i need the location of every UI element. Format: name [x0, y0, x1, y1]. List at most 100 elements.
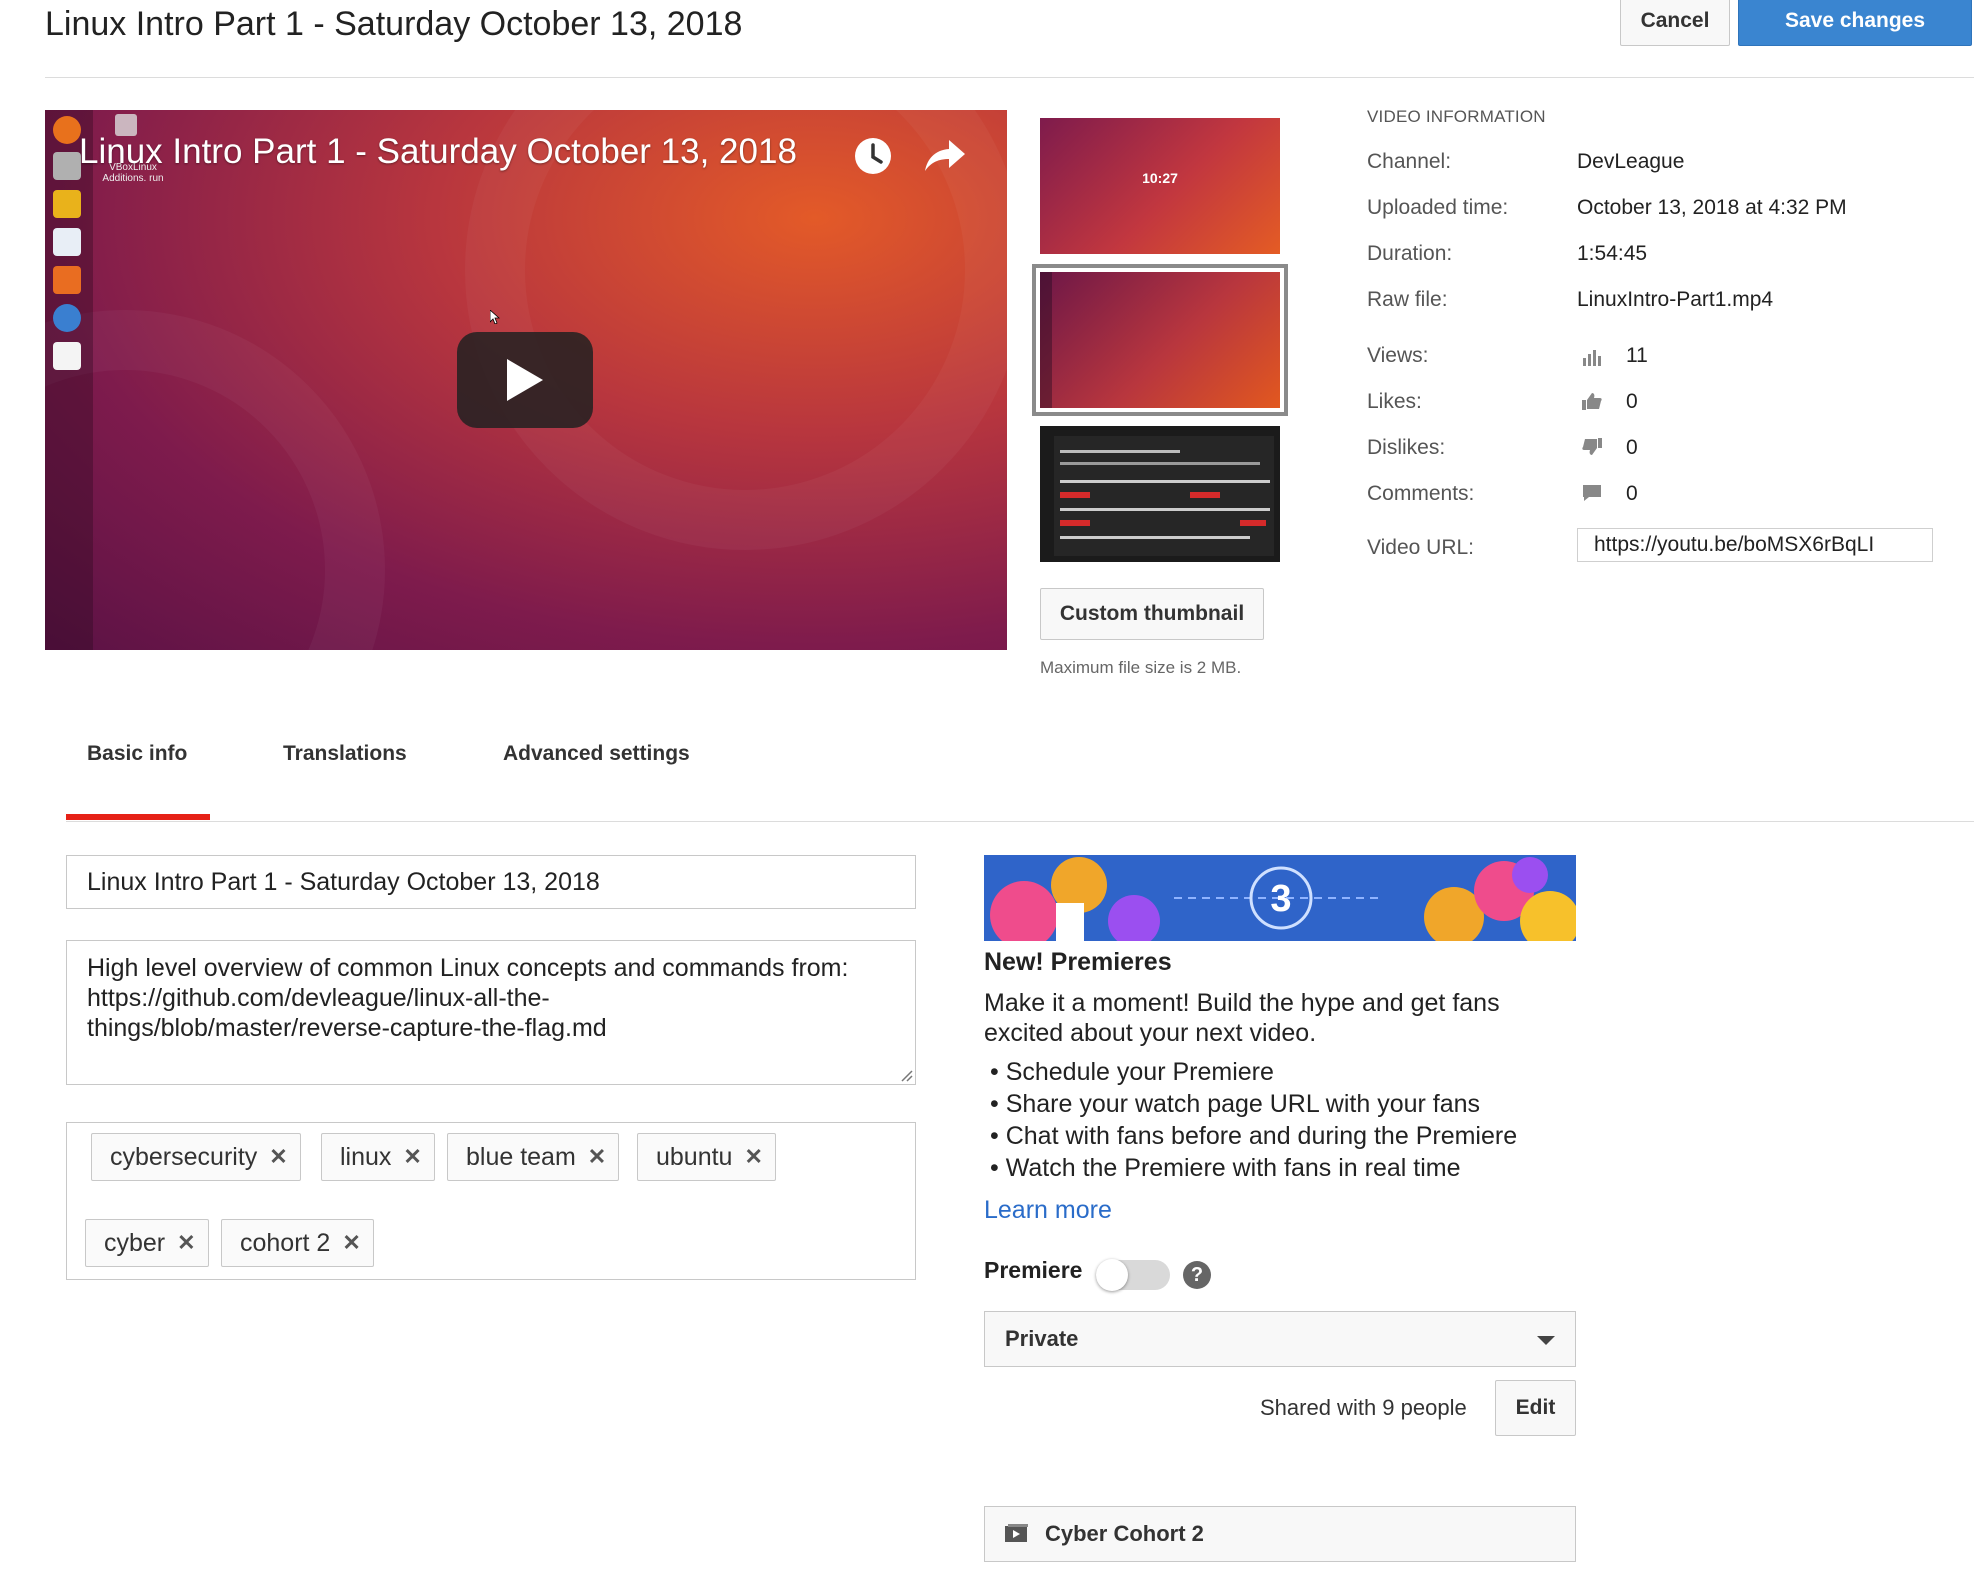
views-label: Views: — [1367, 344, 1429, 367]
tab-translations[interactable]: Translations — [283, 742, 407, 766]
shared-with-text: Shared with 9 people — [1260, 1395, 1467, 1420]
terminal-line — [1060, 462, 1260, 465]
header-divider — [45, 77, 1974, 78]
watch-later-icon[interactable] — [853, 136, 893, 176]
thumbnail-size-note: Maximum file size is 2 MB. — [1040, 658, 1242, 677]
privacy-selected-value: Private — [1005, 1326, 1079, 1351]
thumbs-up-icon — [1582, 393, 1602, 410]
playlist-selector[interactable]: Cyber Cohort 2 — [984, 1506, 1576, 1562]
premiere-label: Premiere — [984, 1257, 1083, 1283]
comment-icon — [1583, 485, 1601, 501]
terminal-highlight — [1240, 520, 1266, 526]
writer-icon — [53, 228, 81, 256]
play-button[interactable] — [457, 332, 593, 428]
tabs-divider — [66, 821, 1974, 822]
files-icon — [53, 152, 81, 180]
bar-chart-icon — [1583, 350, 1601, 366]
raw-file-label: Raw file: — [1367, 288, 1448, 311]
tag-chip: cyber ✕ — [85, 1219, 209, 1267]
custom-thumbnail-button[interactable]: Custom thumbnail — [1040, 588, 1264, 640]
terminal-highlight — [1190, 492, 1220, 498]
tab-advanced-settings[interactable]: Advanced settings — [503, 742, 690, 766]
title-input[interactable]: Linux Intro Part 1 - Saturday October 13… — [66, 855, 916, 909]
thumbs-down-icon — [1582, 438, 1602, 455]
thumbnail-option-1[interactable]: 10:27 — [1040, 118, 1280, 254]
description-textarea[interactable]: High level overview of common Linux conc… — [66, 940, 916, 1085]
tag-label: ubuntu — [656, 1142, 733, 1171]
dislikes-value: 0 — [1626, 436, 1638, 459]
likes-label: Likes: — [1367, 390, 1422, 413]
save-changes-button[interactable]: Save changes — [1738, 0, 1972, 46]
active-tab-indicator — [66, 814, 210, 820]
description-line: https://github.com/devleague/linux-all-t… — [87, 984, 550, 1012]
remove-tag-icon[interactable]: ✕ — [403, 1144, 421, 1170]
tag-label: cohort 2 — [240, 1228, 331, 1257]
remove-tag-icon[interactable]: ✕ — [269, 1144, 287, 1170]
video-url-field[interactable]: https://youtu.be/boMSX6rBqLI — [1577, 528, 1933, 562]
tag-label: cyber — [104, 1228, 166, 1257]
premiere-toggle[interactable] — [1096, 1259, 1170, 1291]
premieres-title: New! Premieres — [984, 948, 1172, 976]
remove-tag-icon[interactable]: ✕ — [588, 1144, 606, 1170]
premieres-bullet: • Share your watch page URL with your fa… — [990, 1090, 1481, 1118]
thumbnail-option-3[interactable] — [1040, 426, 1280, 562]
desktop-launcher — [45, 110, 93, 650]
views-value: 11 — [1626, 344, 1648, 367]
uploaded-time-label: Uploaded time: — [1367, 196, 1509, 219]
thumbnail-option-2[interactable] — [1040, 272, 1280, 408]
tags-input[interactable]: cybersecurity ✕ linux ✕ blue team ✕ ubuntu ✕… — [66, 1122, 916, 1280]
video-player[interactable]: VBoxLinux Additions. run Linux Intro Par… — [45, 110, 1007, 650]
dislikes-label: Dislikes: — [1367, 436, 1446, 459]
tag-chip: cohort 2 ✕ — [221, 1219, 374, 1267]
playlist-name: Cyber Cohort 2 — [1045, 1521, 1204, 1546]
premieres-bullet: • Schedule your Premiere — [990, 1058, 1274, 1086]
play-icon — [507, 359, 543, 401]
software-icon — [53, 266, 81, 294]
raw-file-value: LinuxIntro-Part1.mp4 — [1577, 288, 1774, 311]
dropdown-arrow-icon — [1537, 1336, 1555, 1345]
resize-handle-icon[interactable] — [899, 1068, 913, 1082]
comments-value: 0 — [1626, 482, 1638, 505]
tag-chip: ubuntu ✕ — [637, 1133, 776, 1181]
terminal-highlight — [1060, 492, 1090, 498]
remove-tag-icon[interactable]: ✕ — [342, 1230, 360, 1256]
tag-label: blue team — [466, 1142, 576, 1171]
edit-sharing-button[interactable]: Edit — [1495, 1380, 1576, 1436]
learn-more-link[interactable]: Learn more — [984, 1196, 1112, 1225]
toggle-knob — [1096, 1259, 1128, 1291]
tab-basic-info[interactable]: Basic info — [87, 742, 187, 766]
page-title: Linux Intro Part 1 - Saturday October 13… — [45, 5, 743, 43]
remove-tag-icon[interactable]: ✕ — [744, 1144, 762, 1170]
likes-value: 0 — [1626, 390, 1638, 413]
duration-value: 1:54:45 — [1577, 242, 1648, 265]
banner-countdown-number: 3 — [1270, 878, 1291, 920]
description-line: things/blob/master/reverse-capture-the-f… — [87, 1014, 607, 1042]
help-icon — [53, 304, 81, 332]
remove-tag-icon[interactable]: ✕ — [177, 1230, 195, 1256]
comments-label: Comments: — [1367, 482, 1475, 505]
channel-value: DevLeague — [1577, 150, 1685, 173]
share-icon[interactable] — [923, 138, 967, 174]
premieres-description: Make it a moment! Build the hype and get… — [984, 989, 1500, 1047]
description-line: High level overview of common Linux conc… — [87, 954, 849, 982]
tag-label: cybersecurity — [110, 1142, 258, 1171]
thumbnail-launcher — [1040, 272, 1052, 408]
firefox-icon — [53, 116, 81, 144]
cancel-button[interactable]: Cancel — [1620, 0, 1730, 46]
tag-chip: linux ✕ — [321, 1133, 435, 1181]
tag-chip: blue team ✕ — [447, 1133, 620, 1181]
duration-label: Duration: — [1367, 242, 1453, 265]
thumbnail-clock-text: 10:27 — [1142, 170, 1178, 186]
privacy-select[interactable]: Private — [984, 1311, 1576, 1367]
player-title[interactable]: Linux Intro Part 1 - Saturday October 13… — [79, 132, 797, 172]
rhythmbox-icon — [53, 190, 81, 218]
help-icon[interactable]: ? — [1183, 1261, 1211, 1289]
tag-label: linux — [340, 1142, 392, 1171]
terminal-line — [1060, 508, 1270, 511]
video-info-heading: VIDEO INFORMATION — [1367, 107, 1546, 126]
playlist-icon — [1005, 1524, 1028, 1542]
terminal-highlight — [1060, 520, 1090, 526]
uploaded-time-value: October 13, 2018 at 4:32 PM — [1577, 196, 1847, 219]
premieres-bullet: • Watch the Premiere with fans in real t… — [990, 1154, 1461, 1182]
premieres-bullet: • Chat with fans before and during the P… — [990, 1122, 1518, 1150]
